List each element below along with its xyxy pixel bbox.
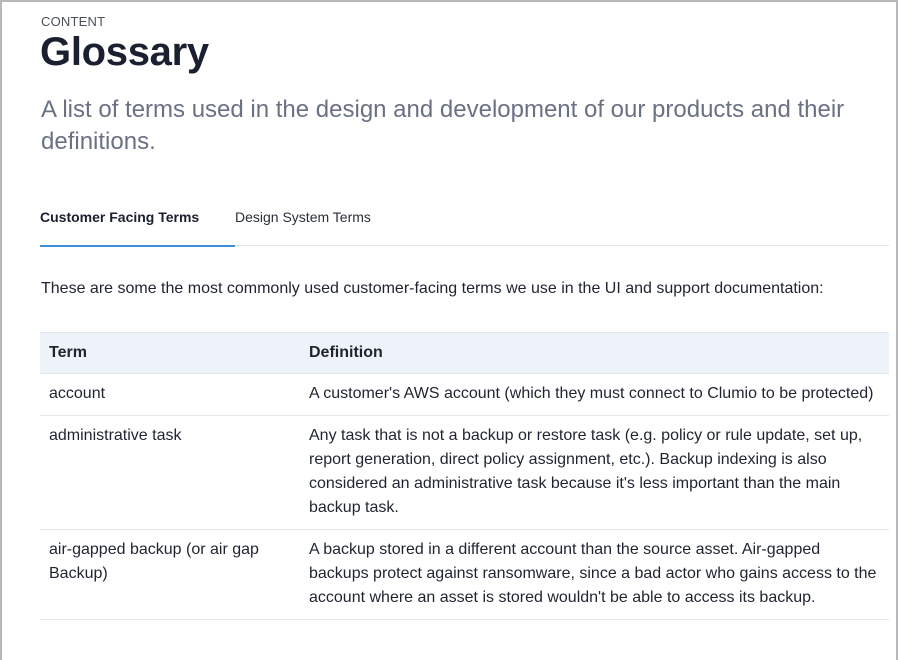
tab-bar: Customer Facing Terms Design System Term…	[40, 198, 889, 247]
column-header-term: Term	[40, 332, 300, 374]
term-cell: air-gapped backup (or air gap Backup)	[40, 529, 300, 620]
table-row: account A customer's AWS account (which …	[40, 373, 889, 416]
term-cell: administrative task	[40, 415, 300, 530]
definition-cell: A backup stored in a different account t…	[300, 529, 889, 620]
definition-cell: Any task that is not a backup or restore…	[300, 415, 889, 530]
page-title: Glossary	[40, 30, 209, 74]
column-header-definition: Definition	[300, 332, 889, 374]
intro-text: These are some the most commonly used cu…	[41, 280, 824, 297]
tab-design-system-terms[interactable]: Design System Terms	[235, 198, 371, 246]
tab-customer-facing-terms[interactable]: Customer Facing Terms	[40, 198, 235, 247]
glossary-table: Term Definition account A customer's AWS…	[40, 332, 889, 620]
table-header-row: Term Definition	[40, 332, 889, 374]
definition-cell: A customer's AWS account (which they mus…	[300, 373, 889, 416]
window-frame: CONTENT Glossary A list of terms used in…	[0, 0, 898, 660]
term-cell: account	[40, 373, 300, 416]
section-eyebrow: CONTENT	[41, 14, 106, 29]
page-subtitle: A list of terms used in the design and d…	[41, 96, 845, 155]
table-row: air-gapped backup (or air gap Backup) A …	[40, 529, 889, 620]
table-row: administrative task Any task that is not…	[40, 415, 889, 530]
